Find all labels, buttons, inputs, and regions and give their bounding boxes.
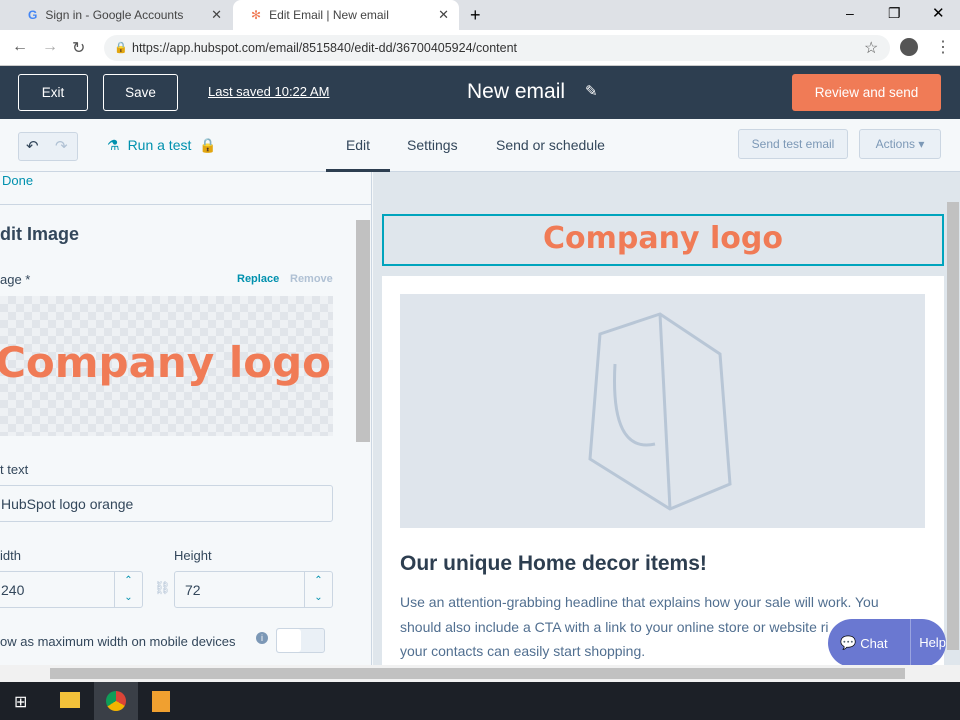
shopping-bag-image[interactable] [400, 294, 925, 528]
back-icon[interactable]: ← [12, 38, 28, 56]
review-and-send-button[interactable]: Review and send [792, 74, 941, 111]
mobile-width-toggle[interactable] [276, 628, 325, 653]
logo-module[interactable]: Company logo [382, 214, 944, 266]
height-input[interactable]: 72 ⌃ ⌄ [174, 571, 333, 608]
close-window-button[interactable]: ✕ [932, 4, 945, 22]
info-icon[interactable]: i [256, 632, 268, 644]
replace-link[interactable]: Replace [237, 273, 279, 285]
star-icon[interactable]: ☆ [864, 38, 878, 58]
browser-tab-strip: G Sign in - Google Accounts ✕ ✻ Edit Emai… [0, 0, 960, 30]
chat-bubble-icon: 💬 [840, 635, 857, 650]
undo-redo-group: ↶ ↷ [18, 132, 78, 161]
email-body: Our unique Home decor items! Use an atte… [382, 276, 944, 665]
image-label: age * [0, 272, 31, 287]
actions-dropdown[interactable]: Actions ▾ [859, 129, 941, 159]
image-preview[interactable]: Company logo [0, 296, 333, 436]
browser-tab-hubspot[interactable]: ✻ Edit Email | New email ✕ [233, 0, 459, 30]
done-button[interactable]: Done [2, 173, 33, 188]
send-test-email-button[interactable]: Send test email [738, 129, 848, 159]
document-app-icon[interactable] [152, 691, 170, 712]
new-tab-button[interactable]: + [470, 5, 481, 26]
exit-button[interactable]: Exit [18, 74, 88, 111]
alt-text-label: t text [0, 462, 29, 477]
chrome-taskbar-button[interactable] [94, 682, 138, 720]
height-label: Height [174, 548, 212, 563]
file-explorer-icon[interactable] [60, 692, 80, 708]
menu-icon[interactable]: ⋮ [935, 37, 951, 57]
alt-text-input[interactable]: HubSpot logo orange [0, 485, 333, 522]
editor-toolbar: ↶ ↷ ⚗ Run a test 🔒 Edit Settings Send or s… [0, 119, 960, 172]
email-title: New email [467, 80, 566, 103]
profile-icon[interactable] [900, 38, 918, 56]
chat-widget[interactable]: 💬 Chat Help [828, 619, 946, 665]
flask-icon: ⚗ [107, 137, 120, 153]
divider [0, 204, 371, 205]
preview-scrollbar[interactable] [947, 202, 959, 650]
width-label: idth [0, 548, 21, 563]
preview-logo: Company logo [543, 221, 783, 256]
chat-button[interactable]: Chat [860, 636, 910, 651]
pencil-icon[interactable]: ✎ [585, 82, 598, 100]
restore-button[interactable]: ❐ [888, 5, 901, 22]
editor-header: Exit Save Last saved 10:22 AM New email … [0, 66, 960, 119]
google-icon: G [28, 8, 38, 22]
lock-icon: 🔒 [114, 42, 128, 54]
windows-taskbar: ⊞ [0, 682, 960, 720]
tab-settings[interactable]: Settings [407, 119, 458, 172]
panel-title: dit Image [0, 224, 80, 244]
horizontal-scrollbar[interactable] [0, 665, 960, 682]
minimize-button[interactable]: – [846, 5, 854, 21]
company-logo-image: Company logo [0, 338, 331, 387]
reload-icon[interactable]: ↻ [72, 38, 85, 58]
email-preview: Company logo Our unique Home decor items… [373, 172, 960, 665]
redo-icon[interactable]: ↷ [55, 137, 68, 155]
link-ratio-icon[interactable]: ⛓ [154, 580, 171, 596]
email-body-text[interactable]: Use an attention-grabbing headline that … [400, 590, 900, 664]
tab-edit[interactable]: Edit [326, 119, 390, 172]
lock-icon: 🔒 [199, 137, 217, 153]
height-stepper[interactable]: ⌃ ⌄ [304, 572, 332, 607]
shopping-bag-icon [588, 312, 732, 511]
width-stepper[interactable]: ⌃ ⌄ [114, 572, 142, 607]
remove-link[interactable]: Remove [290, 273, 333, 285]
undo-icon[interactable]: ↶ [26, 137, 39, 155]
mobile-width-label: ow as maximum width on mobile devices [0, 634, 236, 649]
panel-scrollbar[interactable] [356, 220, 370, 442]
edit-image-panel: Done dit Image age * Replace Remove Comp… [0, 172, 372, 665]
url-bar[interactable]: 🔒 https://app.hubspot.com/email/8515840/e… [104, 35, 890, 61]
forward-icon[interactable]: → [42, 38, 58, 56]
hubspot-icon: ✻ [251, 8, 262, 22]
close-tab-icon[interactable]: ✕ [211, 7, 222, 23]
windows-start-icon[interactable]: ⊞ [14, 692, 27, 712]
width-input[interactable]: 240 ⌃ ⌄ [0, 571, 143, 608]
last-saved-link[interactable]: Last saved 10:22 AM [208, 84, 329, 99]
help-button[interactable]: Help [910, 619, 946, 665]
run-a-test-button[interactable]: ⚗ Run a test 🔒 [107, 137, 217, 154]
browser-tab-google[interactable]: G Sign in - Google Accounts ✕ [10, 0, 232, 30]
email-headline[interactable]: Our unique Home decor items! [400, 552, 707, 576]
save-button[interactable]: Save [103, 74, 178, 111]
close-tab-icon[interactable]: ✕ [438, 7, 449, 23]
tab-send-or-schedule[interactable]: Send or schedule [496, 119, 605, 172]
address-bar-row: ← → ↻ 🔒 https://app.hubspot.com/email/851… [0, 30, 960, 66]
